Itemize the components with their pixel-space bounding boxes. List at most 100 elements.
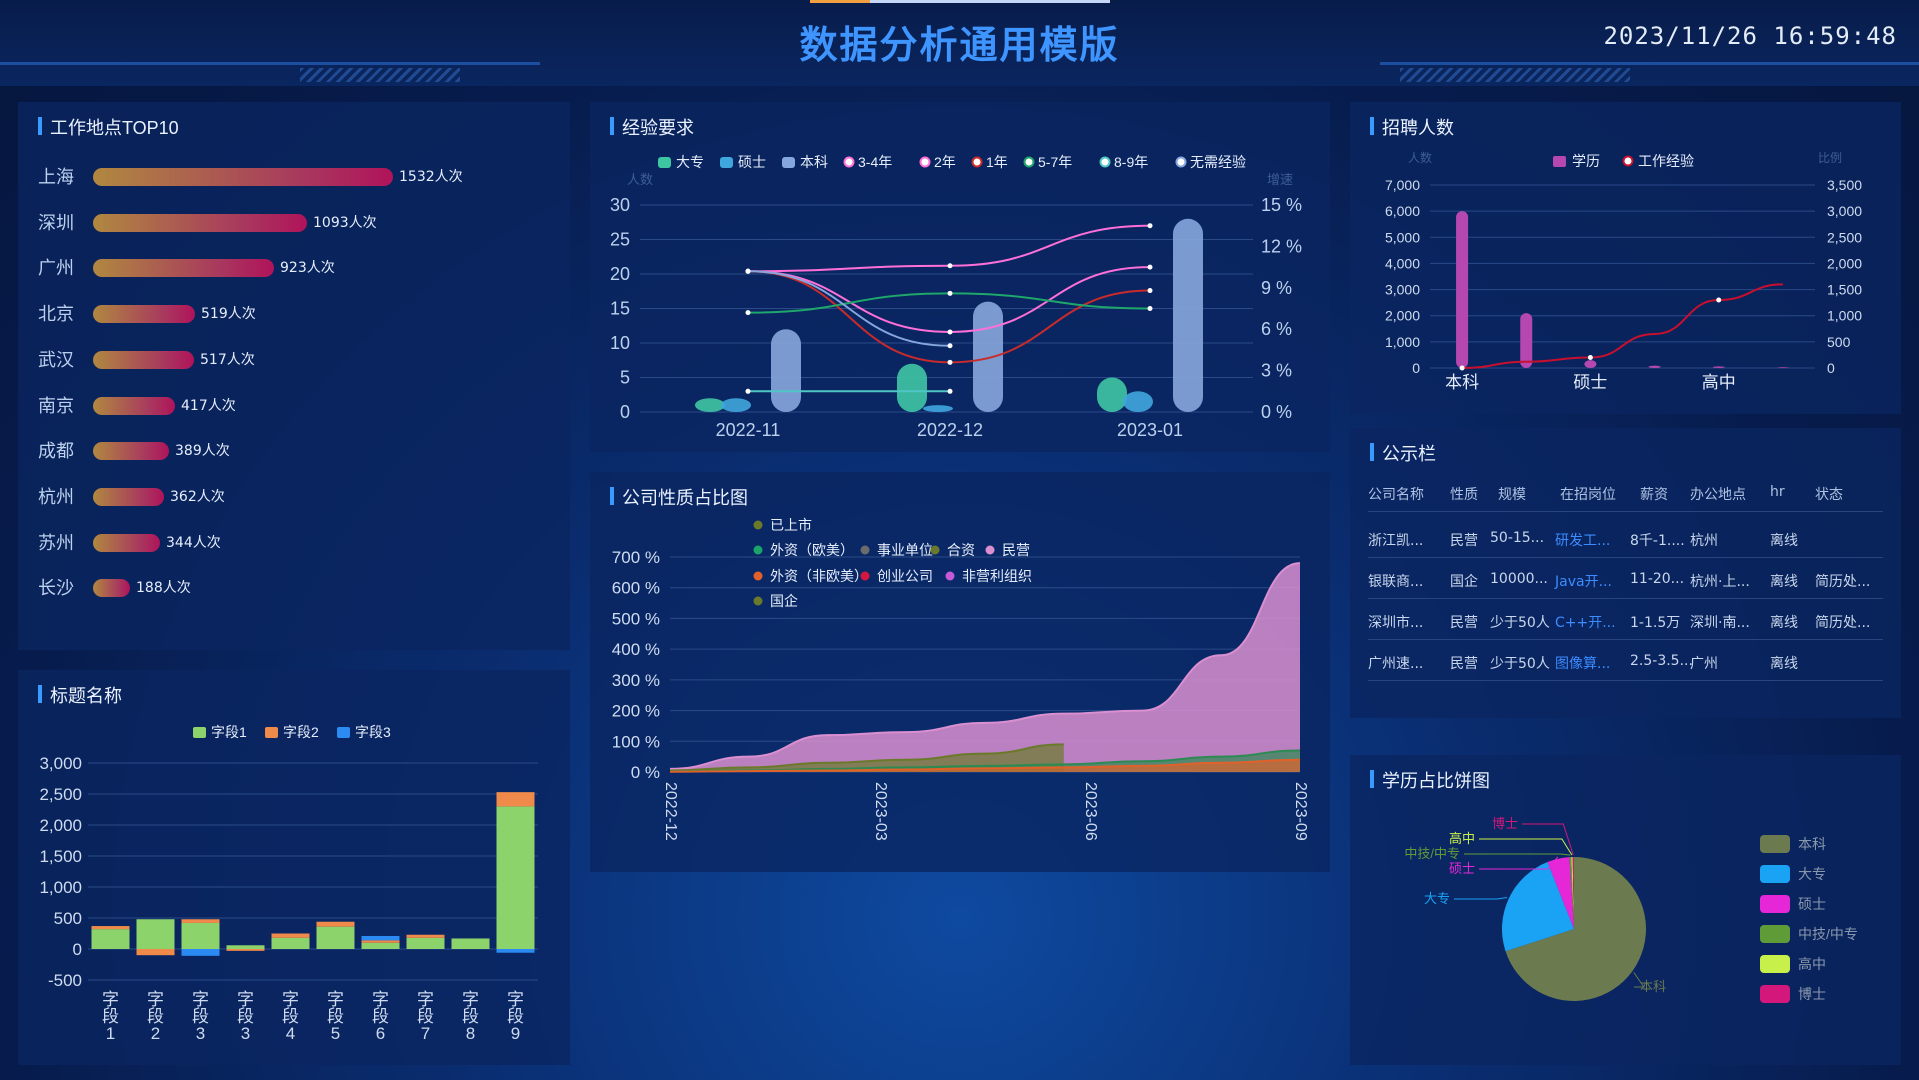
tc-y-tick: 2,500 [39,785,82,804]
tc-bar-字段2 [91,926,130,930]
top10-value: 188人次 [136,580,191,597]
rec-yleft-tick: 1,000 [1385,334,1420,350]
top10-row: 成都 389人次 [18,434,558,464]
exp-legend-label: 2年 [934,154,956,170]
top10-value: 1093人次 [313,214,377,231]
comp-y-tick: 500 % [612,609,660,628]
notice-cell: 少于50人 [1490,615,1550,631]
exp-line-1年 [747,270,1151,364]
tc-legend-swatch [337,727,350,738]
notice-cell: 银联商... [1368,574,1424,590]
notice-divider [1368,598,1883,599]
notice-cell[interactable]: Java开... [1555,571,1612,591]
comp-legend-label: 民营 [1002,542,1030,558]
rec-yright-tick: 2,500 [1827,229,1862,245]
comp-legend-label: 外资（欧美） [770,542,854,558]
tc-y-tick: 1,500 [39,847,82,866]
notice-header: 办公地点 [1690,487,1746,503]
notice-cell: 离线 [1770,533,1798,549]
notice-cell: 民营 [1450,615,1478,631]
exp-yright-tick: 6 % [1261,319,1292,339]
edu-slice-label: 硕士 [1449,861,1475,876]
tc-bar-字段2 [226,949,265,951]
tc-bar-字段1 [271,937,310,949]
notice-header: 薪资 [1640,487,1668,503]
notice-cell: 1-1.5万 [1630,615,1681,631]
top10-value: 923人次 [280,260,335,277]
company-panel: 公司性质占比图 0 % 100 % 200 % 300 % 400 % 500 % 600 … [590,472,1330,872]
notice-divider [1368,680,1883,681]
exp-yright-tick: 3 % [1261,361,1292,381]
exp-legend-label: 硕士 [738,154,766,170]
comp-legend-label: 事业单位 [877,542,933,558]
tc-bar-字段1 [91,929,130,949]
tc-bar-字段1 [406,937,445,949]
notice-cell: 50-15... [1490,530,1545,546]
top10-city: 南京 [38,395,74,417]
top10-bar [93,579,130,598]
notice-divider [1368,557,1883,558]
rec-yleft-tick: 3,000 [1385,282,1420,298]
exp-bar-硕士 [923,405,953,412]
edu-slice-label: 高中 [1449,831,1475,846]
top10-row: 南京 417人次 [18,389,558,419]
rec-legend-label: 工作经验 [1638,153,1694,169]
education-chart: 本科大专硕士中技/中专高中博士本科大专硕士中技/中专高中博士 [1404,816,1858,1003]
top10-row: 苏州 344人次 [18,526,558,556]
exp-bar-大专 [695,398,725,412]
exp-point-5-7年 [745,310,751,316]
notice-cell[interactable]: 图像算... [1555,653,1610,673]
comp-y-tick: 600 % [612,579,660,598]
experience-panel: 经验要求 0 5 10 15 20 25 30 0 % 3 % 6 % 9 % 12 % 15 % 人数增… [590,102,1330,452]
notice-cell: 深圳市... [1368,615,1424,631]
top10-city: 深圳 [38,212,74,234]
notice-header: 公司名称 [1368,487,1424,503]
top10-value: 517人次 [200,351,255,368]
notice-cell: 民营 [1450,656,1478,672]
comp-area-民营 [670,563,1300,772]
tc-y-tick: 0 [73,940,82,959]
comp-legend-marker [985,545,995,555]
exp-point-2年 [1147,264,1153,270]
rec-yright-tick: 3,000 [1827,203,1862,219]
top10-city: 成都 [38,441,74,463]
tc-bar-字段2 [361,940,400,943]
rec-point [1587,355,1593,361]
edu-leader-line [1464,853,1571,856]
top10-city: 上海 [38,167,74,188]
notice-cell: 简历处... [1815,574,1871,590]
edu-leader-line [1479,838,1573,856]
tc-x-tick: 3 [241,1024,250,1043]
exp-yleft-tick: 15 [610,299,630,319]
exp-point-8-9年 [947,388,953,394]
notice-cell[interactable]: 研发工... [1555,530,1610,550]
notice-panel: 公示栏 公司名称 性质 规模 在招岗位 薪资 办公地点 hr 状态 浙江凯... 民营 50-15.… [1350,428,1901,718]
comp-y-tick: 100 % [612,732,660,751]
rec-yleft-tick: 0 [1412,360,1420,376]
comp-legend-label: 创业公司 [877,568,933,584]
tc-x-tick: 4 [286,1024,295,1043]
notice-cell[interactable]: C++开... [1555,612,1616,632]
tc-x-tick: 7 [421,1024,430,1043]
edu-legend-swatch [1760,835,1790,853]
notice-header: hr [1770,484,1785,500]
exp-point-5-7年 [947,290,953,296]
tc-y-tick: -500 [48,971,82,990]
exp-legend-marker [971,156,983,168]
tc-legend-swatch [193,727,206,738]
exp-legend-label: 3-4年 [858,154,892,170]
titlechart-panel: 标题名称 -500 0 500 1,000 1,500 2,000 2,500 3,000 字段… [18,670,570,1065]
edu-legend-swatch [1760,985,1790,1003]
exp-bar-硕士 [1123,391,1153,412]
tc-x-tick: 1 [106,1024,115,1043]
exp-point-1年 [1147,288,1153,294]
rec-yleft-tick: 5,000 [1385,229,1420,245]
rec-yright-tick: 3,500 [1827,177,1862,193]
top10-city: 长沙 [38,578,74,600]
exp-yright-tick: 15 % [1261,195,1302,215]
exp-legend-label: 本科 [800,154,828,170]
exp-point-5-7年 [1147,306,1153,311]
exp-legend-swatch [658,157,671,168]
exp-legend-label: 5-7年 [1038,154,1072,170]
tc-x-tick: 2 [151,1024,160,1043]
